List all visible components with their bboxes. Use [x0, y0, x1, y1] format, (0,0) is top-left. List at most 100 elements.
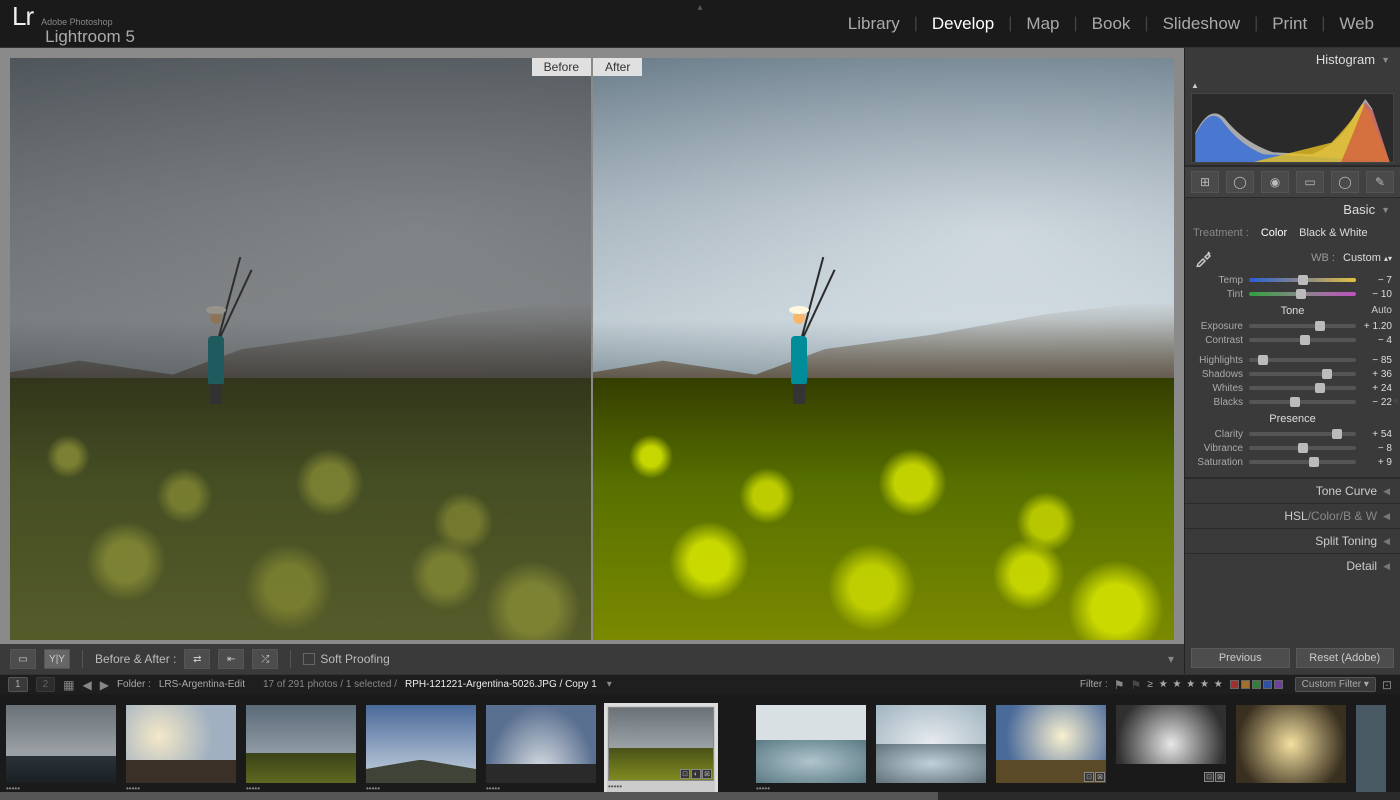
thumbnail[interactable]: •••••: [246, 705, 356, 793]
spot-removal-tool-icon[interactable]: ◯: [1226, 171, 1254, 193]
flag-filter-picked-icon[interactable]: ⚑: [1114, 678, 1125, 692]
thumbnail[interactable]: •••••: [756, 705, 866, 793]
grid-view-icon[interactable]: ▦: [63, 678, 74, 692]
whites-value[interactable]: + 24: [1362, 383, 1392, 394]
hsl-panel-header[interactable]: HSL / Color / B & W◀: [1185, 503, 1400, 528]
shadows-value[interactable]: + 36: [1362, 369, 1392, 380]
compare-view-button[interactable]: Y|Y: [44, 649, 70, 669]
copy-before-to-after-button[interactable]: ⇤: [218, 649, 244, 669]
highlights-slider[interactable]: [1249, 358, 1356, 362]
split-toning-panel-header[interactable]: Split Toning◀: [1185, 528, 1400, 553]
shadows-slider[interactable]: [1249, 372, 1356, 376]
thumbnail[interactable]: •••••: [6, 705, 116, 793]
flag-filter-rejected-icon[interactable]: ⚑: [1130, 678, 1141, 692]
module-develop[interactable]: Develop: [918, 10, 1008, 38]
saturation-value[interactable]: + 9: [1362, 457, 1392, 468]
module-slideshow[interactable]: Slideshow: [1149, 10, 1255, 38]
module-book[interactable]: Book: [1078, 10, 1145, 38]
vibrance-slider[interactable]: [1249, 446, 1356, 450]
logo-mark: Lr: [12, 1, 33, 32]
thumbnail[interactable]: [1356, 705, 1386, 793]
detail-panel-header[interactable]: Detail◀: [1185, 553, 1400, 578]
shadows-label: Shadows: [1193, 369, 1243, 380]
thumbnail[interactable]: •••••: [486, 705, 596, 793]
shadow-clip-icon[interactable]: ▲: [1191, 81, 1199, 90]
folder-name[interactable]: LRS-Argentina-Edit: [159, 679, 245, 690]
toolbar-menu-icon[interactable]: ▾: [1168, 652, 1174, 666]
rating-filter[interactable]: ★ ★ ★ ★ ★: [1159, 679, 1224, 690]
thumbnail[interactable]: [1236, 705, 1346, 793]
treatment-color[interactable]: Color: [1261, 227, 1287, 239]
contrast-label: Contrast: [1193, 335, 1243, 346]
filter-lock-icon[interactable]: ⊡: [1382, 678, 1392, 692]
filename-dropdown-icon[interactable]: ▾: [607, 679, 612, 690]
exposure-slider[interactable]: [1249, 324, 1356, 328]
module-library[interactable]: Library: [834, 10, 914, 38]
module-map[interactable]: Map: [1012, 10, 1073, 38]
nav-back-icon[interactable]: ◀: [82, 678, 91, 692]
photo-count: 17 of 291 photos / 1 selected /: [263, 679, 397, 690]
filmstrip-scrollbar[interactable]: [0, 792, 1400, 800]
contrast-slider[interactable]: [1249, 338, 1356, 342]
treatment-bw[interactable]: Black & White: [1299, 227, 1367, 239]
saturation-slider[interactable]: [1249, 460, 1356, 464]
tint-slider[interactable]: [1249, 292, 1356, 296]
highlights-value[interactable]: − 85: [1362, 355, 1392, 366]
color-label-filter[interactable]: [1230, 680, 1283, 689]
vibrance-value[interactable]: − 8: [1362, 443, 1392, 454]
thumbnail[interactable]: ⊡⊠: [1116, 705, 1226, 793]
wb-preset-dropdown[interactable]: Custom ▴▾: [1343, 252, 1392, 264]
swap-before-after-button[interactable]: ⇄: [184, 649, 210, 669]
after-image[interactable]: [593, 58, 1174, 640]
temp-slider[interactable]: [1249, 278, 1356, 282]
secondary-display-button[interactable]: 2: [36, 677, 56, 692]
thumbnail[interactable]: •••••: [366, 705, 476, 793]
module-picker: Library| Develop| Map| Book| Slideshow| …: [834, 10, 1388, 38]
vibrance-label: Vibrance: [1193, 443, 1243, 454]
crop-tool-icon[interactable]: ⊞: [1191, 171, 1219, 193]
thumbnail[interactable]: •••••: [126, 705, 236, 793]
exposure-value[interactable]: + 1.20: [1362, 321, 1392, 332]
contrast-value[interactable]: − 4: [1362, 335, 1392, 346]
top-panel-collapse-icon[interactable]: ▴: [697, 2, 702, 13]
module-web[interactable]: Web: [1325, 10, 1388, 38]
right-panel-collapse-icon[interactable]: ◂: [1392, 393, 1398, 407]
before-image[interactable]: [10, 58, 591, 640]
filmstrip-header: 1 2 ▦ ◀ ▶ Folder : LRS-Argentina-Edit 17…: [0, 674, 1400, 694]
module-print[interactable]: Print: [1258, 10, 1321, 38]
histogram-header[interactable]: Histogram▼: [1185, 48, 1400, 71]
blacks-label: Blacks: [1193, 397, 1243, 408]
publisher-label: Adobe Photoshop: [41, 17, 135, 27]
histogram-chart[interactable]: [1191, 93, 1394, 163]
blacks-value[interactable]: − 22: [1362, 397, 1392, 408]
previous-button[interactable]: Previous: [1191, 648, 1290, 668]
loupe-view-button[interactable]: ▭: [10, 649, 36, 669]
tone-curve-panel-header[interactable]: Tone Curve◀: [1185, 478, 1400, 503]
thumbnail-selected[interactable]: 2 of 2 ⊡◐⊠ •••••: [606, 705, 716, 793]
adjustment-brush-tool-icon[interactable]: ✎: [1366, 171, 1394, 193]
thumbnail[interactable]: 2⊡⊠: [996, 705, 1106, 793]
tint-value[interactable]: − 10: [1362, 289, 1392, 300]
reset-button[interactable]: Reset (Adobe): [1296, 648, 1395, 668]
redeye-tool-icon[interactable]: ◉: [1261, 171, 1289, 193]
blacks-slider[interactable]: [1249, 400, 1356, 404]
radial-filter-tool-icon[interactable]: ◯: [1331, 171, 1359, 193]
copy-after-to-before-button[interactable]: ⤮: [252, 649, 278, 669]
exposure-label: Exposure: [1193, 321, 1243, 332]
graduated-filter-tool-icon[interactable]: ▭: [1296, 171, 1324, 193]
soft-proofing-checkbox[interactable]: Soft Proofing: [303, 652, 389, 666]
basic-panel-header[interactable]: Basic▼: [1185, 198, 1400, 221]
filmstrip[interactable]: ••••• ••••• ••••• ••••• ••••• 2 of 2 ⊡◐⊠…: [0, 694, 1400, 800]
nav-forward-icon[interactable]: ▶: [100, 678, 109, 692]
clarity-slider[interactable]: [1249, 432, 1356, 436]
clarity-value[interactable]: + 54: [1362, 429, 1392, 440]
thumbnail[interactable]: [876, 705, 986, 793]
primary-display-button[interactable]: 1: [8, 677, 28, 692]
white-balance-eyedropper-icon[interactable]: [1193, 247, 1215, 269]
tone-auto-button[interactable]: Auto: [1371, 305, 1392, 316]
clarity-label: Clarity: [1193, 429, 1243, 440]
after-label: After: [593, 58, 642, 76]
temp-value[interactable]: − 7: [1362, 275, 1392, 286]
custom-filter-dropdown[interactable]: Custom Filter ▾: [1295, 677, 1376, 692]
whites-slider[interactable]: [1249, 386, 1356, 390]
